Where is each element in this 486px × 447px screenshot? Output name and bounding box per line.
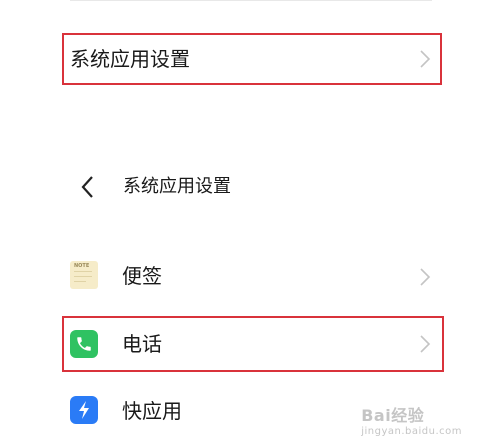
note-icon-text: NOTE [74,263,90,269]
app-row-phone[interactable]: 电话 [62,316,444,372]
note-icon: NOTE [70,261,98,289]
system-app-settings-label: 系统应用设置 [70,47,190,71]
watermark: Bai经验 jingyan.baidu.com [361,402,462,437]
back-arrow-icon[interactable] [78,174,96,200]
chevron-right-icon [420,50,431,68]
phone-icon [70,330,98,358]
app-label: 快应用 [122,399,182,423]
quick-app-icon [70,396,98,424]
watermark-site: jingyan.baidu.com [361,426,462,437]
app-row-notes[interactable]: NOTE 便签 [62,250,442,304]
phone-handset-icon [77,337,91,351]
chevron-right-icon [420,268,431,286]
chevron-right-icon [420,335,431,353]
app-label: 电话 [122,332,162,356]
system-app-settings-entry[interactable]: 系统应用设置 [62,33,442,85]
watermark-brand: Bai经验 [361,406,425,425]
highlight-box [62,316,444,372]
app-label: 便签 [122,264,162,288]
lightning-bolt-icon [79,401,89,419]
page-title: 系统应用设置 [123,176,231,197]
top-divider [70,0,432,1]
